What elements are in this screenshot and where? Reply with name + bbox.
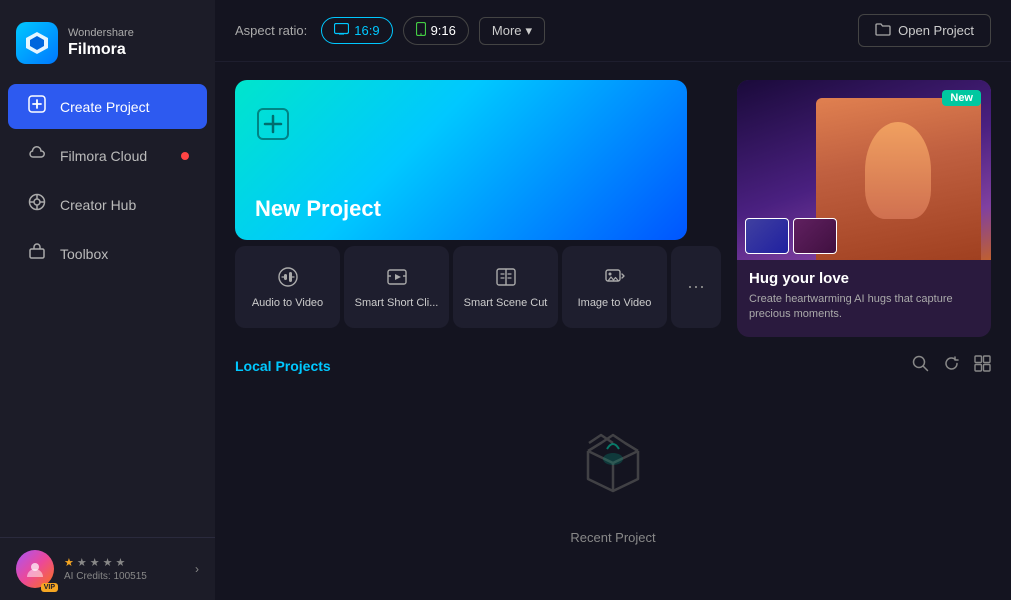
new-badge: New — [942, 90, 981, 106]
empty-state: Recent Project — [235, 391, 991, 555]
smart-scene-cut-icon — [495, 266, 517, 291]
smart-short-clip-label: Smart Short Cli... — [355, 297, 439, 309]
audio-to-video-icon — [277, 266, 299, 291]
topbar: Aspect ratio: 16:9 9:16 More ▾ — [215, 0, 1011, 62]
logo-area: Wondershare Filmora — [0, 8, 215, 82]
create-project-icon — [26, 95, 48, 118]
top-row: New Project Audio to Vide — [235, 80, 991, 337]
new-project-label: New Project — [255, 196, 381, 222]
brand-name: Wondershare — [68, 27, 134, 40]
aspect-ratio-label: Aspect ratio: — [235, 23, 307, 38]
filmora-cloud-label: Filmora Cloud — [60, 148, 147, 164]
local-projects-actions — [912, 355, 991, 377]
audio-to-video-label: Audio to Video — [252, 297, 323, 309]
promo-thumb-1 — [745, 218, 789, 254]
feature-cards-row: Audio to Video Smart Short Cli... — [235, 246, 721, 328]
more-button[interactable]: More ▾ — [479, 17, 545, 45]
promo-image: New — [737, 80, 991, 260]
arrow-icon[interactable]: › — [195, 562, 199, 576]
image-to-video-label: Image to Video — [578, 297, 652, 309]
credits-text: AI Credits: 100515 — [64, 571, 147, 582]
folder-icon — [875, 22, 891, 39]
local-projects-header: Local Projects — [235, 355, 991, 377]
open-project-label: Open Project — [898, 23, 974, 38]
creator-hub-icon — [26, 193, 48, 216]
smart-short-clip-icon — [386, 266, 408, 291]
aspect-ratio-169-button[interactable]: 16:9 — [321, 17, 392, 44]
promo-description: Create heartwarming AI hugs that capture… — [749, 292, 979, 323]
feature-card-smart-scene-cut[interactable]: Smart Scene Cut — [453, 246, 558, 328]
empty-state-text: Recent Project — [570, 530, 655, 545]
feature-card-smart-short-clip[interactable]: Smart Short Cli... — [344, 246, 449, 328]
credits-area: ★ ★ ★ ★ ★ AI Credits: 100515 — [64, 556, 147, 582]
promo-info: Hug your love Create heartwarming AI hug… — [737, 260, 991, 333]
notification-dot — [181, 152, 189, 160]
search-icon[interactable] — [912, 355, 929, 377]
aspect-169-label: 16:9 — [354, 23, 379, 38]
sidebar-item-create-project[interactable]: Create Project — [8, 84, 207, 129]
more-label: More — [492, 23, 522, 38]
toolbox-label: Toolbox — [60, 246, 108, 262]
feature-card-audio-to-video[interactable]: Audio to Video — [235, 246, 340, 328]
promo-title: Hug your love — [749, 270, 979, 287]
sidebar-item-creator-hub[interactable]: Creator Hub — [8, 182, 207, 227]
promo-thumb-2 — [793, 218, 837, 254]
credits-icons: ★ ★ ★ ★ ★ — [64, 556, 147, 569]
promo-dots — [737, 333, 991, 337]
sidebar-bottom: VIP ★ ★ ★ ★ ★ AI Credits: 100515 › — [0, 537, 215, 600]
more-features-card[interactable]: ⋯ — [671, 246, 721, 328]
sidebar-item-toolbox[interactable]: Toolbox — [8, 231, 207, 276]
grid-view-icon[interactable] — [974, 355, 991, 377]
image-to-video-icon — [604, 266, 626, 291]
aspect-916-label: 9:16 — [431, 23, 456, 38]
new-project-plus-icon — [257, 108, 289, 147]
new-project-card[interactable]: New Project — [235, 80, 687, 240]
app-name: Filmora — [68, 41, 134, 59]
aspect-ratio-916-button[interactable]: 9:16 — [403, 16, 469, 45]
content-area: New Project Audio to Vide — [215, 62, 1011, 600]
create-project-label: Create Project — [60, 99, 149, 115]
user-area: VIP ★ ★ ★ ★ ★ AI Credits: 100515 › — [16, 550, 199, 588]
promo-small-images — [745, 218, 837, 254]
local-projects-title: Local Projects — [235, 358, 331, 374]
creator-hub-label: Creator Hub — [60, 197, 136, 213]
mobile-icon — [416, 22, 426, 39]
feature-card-image-to-video[interactable]: Image to Video — [562, 246, 667, 328]
logo-text: Wondershare Filmora — [68, 27, 134, 58]
sidebar: Wondershare Filmora Create Project Filmo… — [0, 0, 215, 600]
more-features-icon: ⋯ — [687, 277, 705, 298]
monitor-icon — [334, 23, 349, 38]
toolbox-icon — [26, 242, 48, 265]
open-project-button[interactable]: Open Project — [858, 14, 991, 47]
refresh-icon[interactable] — [943, 355, 960, 377]
left-column: New Project Audio to Vide — [235, 80, 721, 337]
smart-scene-cut-label: Smart Scene Cut — [464, 297, 548, 309]
app-logo-icon — [16, 22, 58, 64]
vip-badge: VIP — [41, 583, 58, 592]
cloud-icon — [26, 144, 48, 167]
promo-card[interactable]: New Hug your love Create heartwarming AI… — [737, 80, 991, 337]
sidebar-item-filmora-cloud[interactable]: Filmora Cloud — [8, 133, 207, 178]
avatar: VIP — [16, 550, 54, 588]
empty-box-icon — [573, 421, 653, 516]
main-content: Aspect ratio: 16:9 9:16 More ▾ — [215, 0, 1011, 600]
chevron-down-icon: ▾ — [526, 23, 533, 39]
